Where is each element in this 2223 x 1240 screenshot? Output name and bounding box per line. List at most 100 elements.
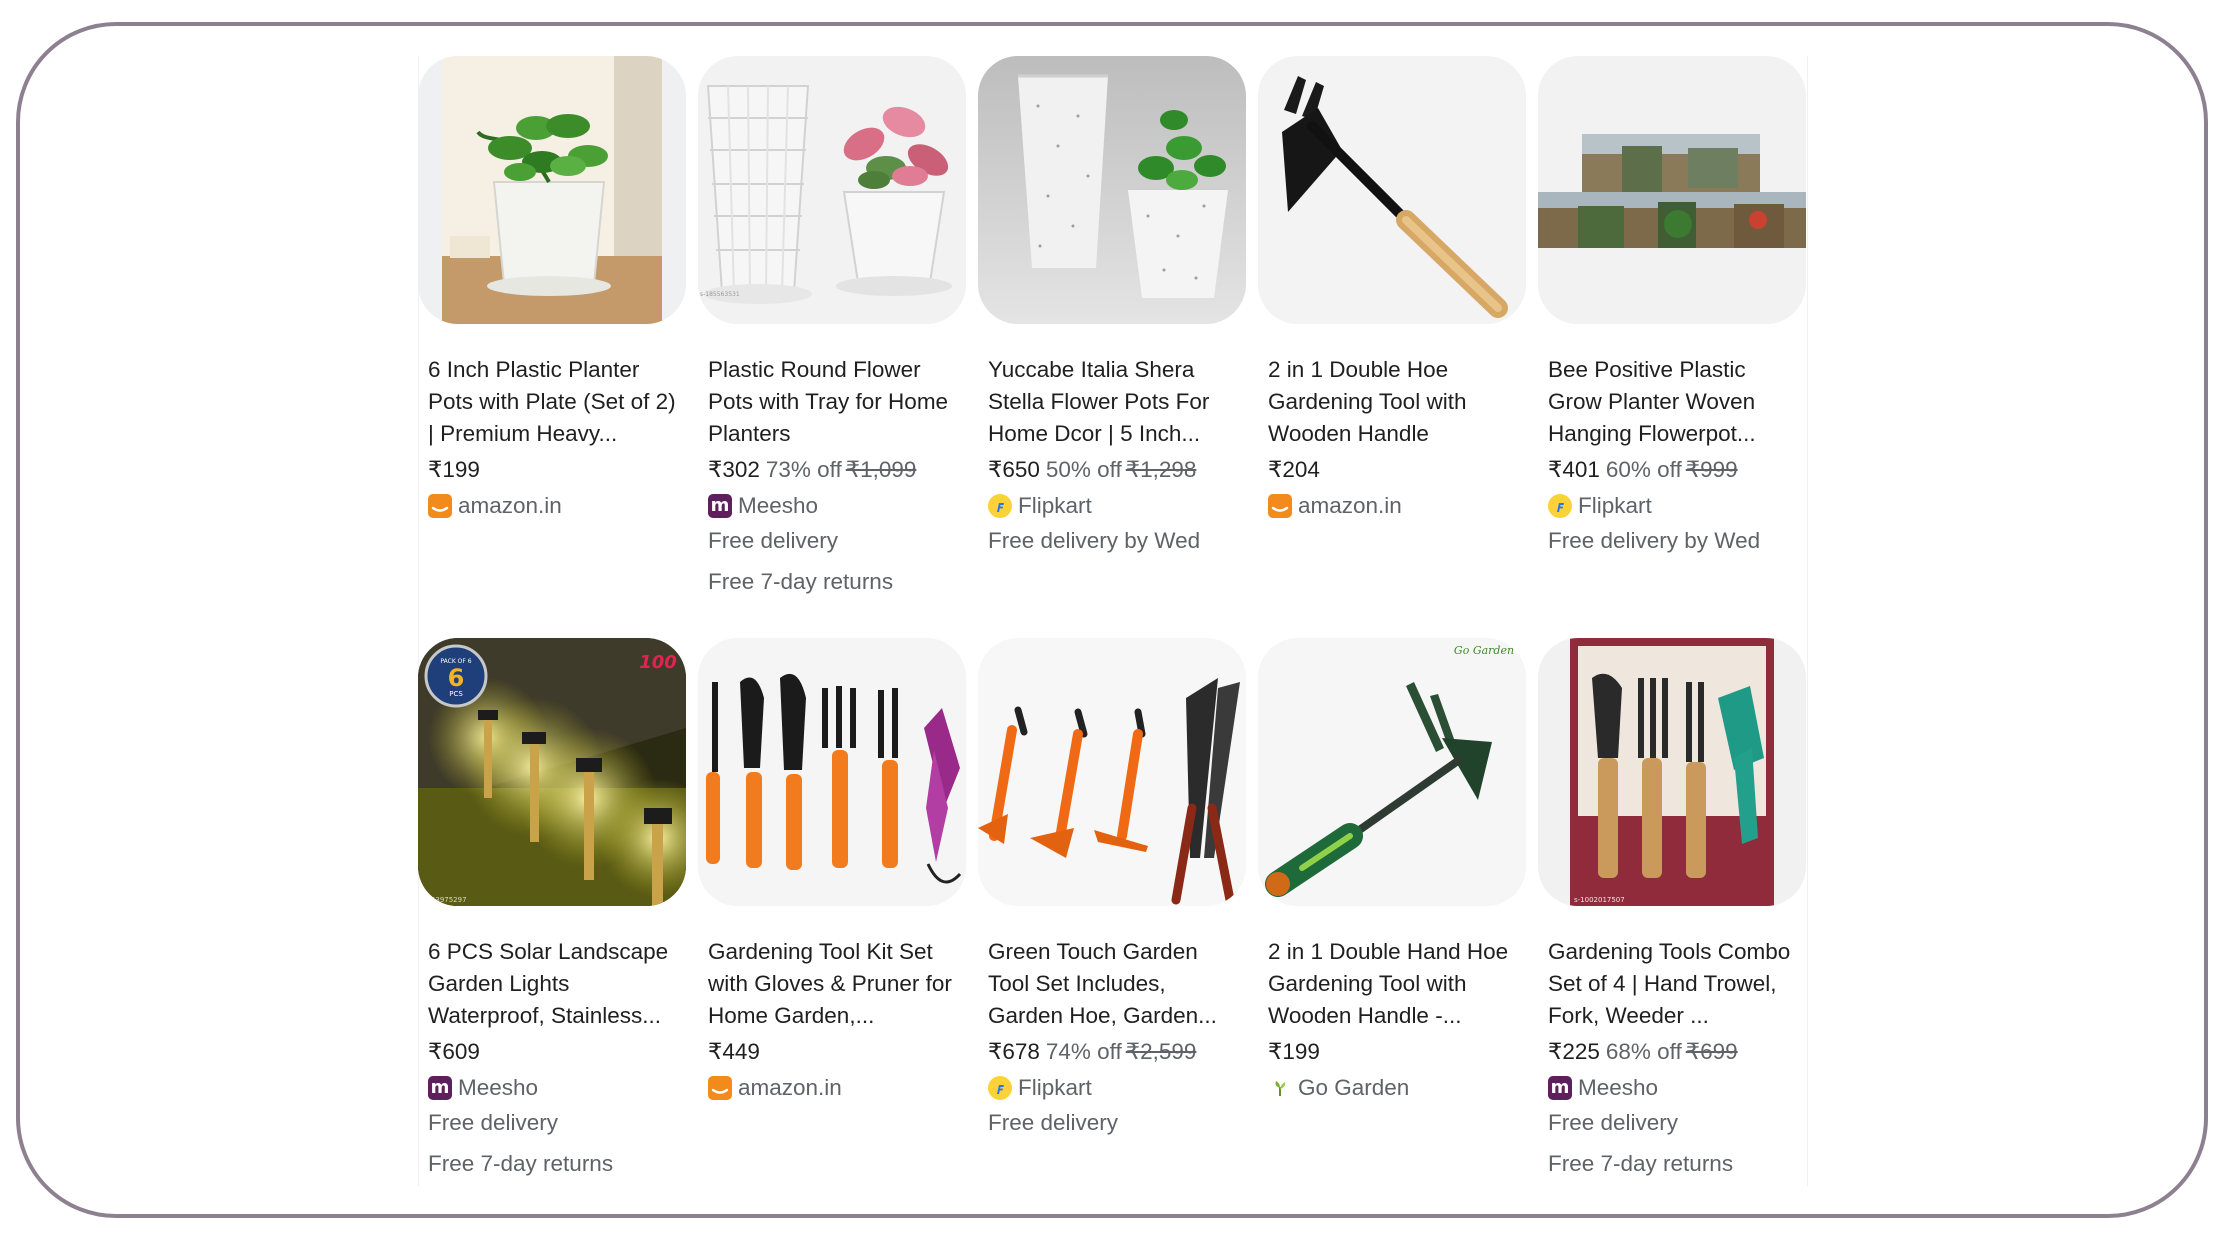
product-card[interactable]: Green Touch Garden Tool Set Includes, Ga…	[978, 638, 1246, 1180]
plastic-planter-pot-image	[418, 56, 686, 324]
returns-info: Free 7-day returns	[428, 1151, 614, 1176]
discount-label: 50% off	[1045, 457, 1122, 482]
product-title[interactable]: 2 in 1 Double Hoe Gardening Tool with Wo…	[1268, 354, 1518, 450]
merchant: m Meesho	[1548, 1072, 1798, 1104]
product-image[interactable]	[978, 638, 1246, 906]
returns-info: Free 7-day returns	[1548, 1151, 1734, 1176]
product-card[interactable]: Yuccabe Italia Shera Stella Flower Pots …	[978, 56, 1246, 598]
product-image[interactable]	[698, 638, 966, 906]
price-line: ₹204	[1268, 454, 1518, 486]
product-card[interactable]: s-185563531 Plastic Round Flower Pots wi…	[698, 56, 966, 598]
discount-label: 74% off	[1045, 1039, 1122, 1064]
product-price: ₹401	[1548, 457, 1600, 482]
product-image[interactable]: s-185563531	[698, 56, 966, 324]
image-badge-bottom-text: PCS	[449, 690, 463, 698]
product-price: ₹650	[988, 457, 1040, 482]
go-garden-icon	[1268, 1076, 1292, 1100]
discount-label: 60% off	[1605, 457, 1682, 482]
product-price: ₹449	[708, 1039, 760, 1064]
product-card[interactable]: 6 Inch Plastic Planter Pots with Plate (…	[418, 56, 686, 598]
delivery-info: Free delivery by Wed	[988, 528, 1201, 553]
image-watermark-text: Go Garden	[1454, 644, 1514, 657]
delivery-info: Free delivery	[1548, 1110, 1679, 1135]
merchant: m Meesho	[708, 490, 958, 522]
product-image[interactable]	[978, 56, 1246, 324]
merchant-name: Flipkart	[1018, 1075, 1092, 1100]
price-line: ₹199	[1268, 1036, 1518, 1068]
product-title[interactable]: Gardening Tools Combo Set of 4 | Hand Tr…	[1548, 936, 1798, 1032]
original-price: ₹999	[1685, 457, 1738, 482]
product-image[interactable]	[1538, 56, 1806, 324]
speckled-flower-pots-image	[978, 56, 1246, 324]
price-line: ₹401 60% off ₹999	[1548, 454, 1798, 486]
round-flower-pots-image: s-185563531	[698, 56, 966, 324]
product-title[interactable]: 6 Inch Plastic Planter Pots with Plate (…	[428, 354, 678, 450]
product-price: ₹609	[428, 1039, 480, 1064]
product-card[interactable]: 2 in 1 Double Hoe Gardening Tool with Wo…	[1258, 56, 1526, 598]
product-card[interactable]: Go Garden 2 in 1 Double Hand Hoe Gardeni…	[1258, 638, 1526, 1180]
discount-label: 73% off	[765, 457, 842, 482]
merchant: amazon.in	[708, 1072, 958, 1104]
merchant-name: Flipkart	[1018, 493, 1092, 518]
product-title[interactable]: 6 PCS Solar Landscape Garden Lights Wate…	[428, 936, 678, 1032]
product-card[interactable]: s-1002017507 Gardening Tools Combo Set o…	[1538, 638, 1806, 1180]
meesho-icon: m	[708, 494, 732, 518]
product-row: 6 Inch Plastic Planter Pots with Plate (…	[418, 56, 1806, 598]
meesho-icon: m	[428, 1076, 452, 1100]
product-title[interactable]: 2 in 1 Double Hand Hoe Gardening Tool wi…	[1268, 936, 1518, 1032]
product-price: ₹199	[1268, 1039, 1320, 1064]
product-image[interactable]: s-1002017507	[1538, 638, 1806, 906]
amazon-icon	[428, 494, 452, 518]
product-image[interactable]: PACK OF 6 6 PCS 100 1043975297	[418, 638, 686, 906]
merchant-name: amazon.in	[738, 1075, 842, 1100]
product-grid: 6 Inch Plastic Planter Pots with Plate (…	[418, 56, 1808, 1186]
product-row: PACK OF 6 6 PCS 100 1043975297 6 PCS Sol…	[418, 638, 1806, 1180]
product-card[interactable]: PACK OF 6 6 PCS 100 1043975297 6 PCS Sol…	[418, 638, 686, 1180]
product-image[interactable]: Go Garden	[1258, 638, 1526, 906]
merchant: Flipkart	[988, 1072, 1238, 1104]
price-line: ₹302 73% off ₹1,099	[708, 454, 958, 486]
merchant-name: amazon.in	[458, 493, 562, 518]
product-image[interactable]	[1258, 56, 1526, 324]
merchant: amazon.in	[1268, 490, 1518, 522]
merchant-name: amazon.in	[1298, 493, 1402, 518]
product-card[interactable]: Gardening Tool Kit Set with Gloves & Pru…	[698, 638, 966, 1180]
product-price: ₹225	[1548, 1039, 1600, 1064]
delivery-info: Free delivery	[708, 528, 839, 553]
merchant-name: Go Garden	[1298, 1075, 1410, 1100]
price-line: ₹678 74% off ₹2,599	[988, 1036, 1238, 1068]
amazon-icon	[1268, 494, 1292, 518]
product-price: ₹204	[1268, 457, 1320, 482]
gardening-tools-combo-image: s-1002017507	[1538, 638, 1806, 906]
solar-garden-lights-image: PACK OF 6 6 PCS 100 1043975297	[418, 638, 686, 906]
merchant: m Meesho	[428, 1072, 678, 1104]
returns-info: Free 7-day returns	[708, 569, 894, 594]
image-badge-text: 6	[448, 664, 465, 692]
product-title[interactable]: Yuccabe Italia Shera Stella Flower Pots …	[988, 354, 1238, 450]
product-image[interactable]	[418, 56, 686, 324]
amazon-icon	[708, 1076, 732, 1100]
product-title[interactable]: Plastic Round Flower Pots with Tray for …	[708, 354, 958, 450]
original-price: ₹699	[1685, 1039, 1738, 1064]
merchant-name: Meesho	[738, 493, 819, 518]
merchant: Flipkart	[988, 490, 1238, 522]
flipkart-icon	[1548, 494, 1572, 518]
flipkart-icon	[988, 494, 1012, 518]
image-code-text: s-1002017507	[1574, 896, 1625, 904]
merchant: amazon.in	[428, 490, 678, 522]
product-title[interactable]: Gardening Tool Kit Set with Gloves & Pru…	[708, 936, 958, 1032]
product-title[interactable]: Bee Positive Plastic Grow Planter Woven …	[1548, 354, 1798, 450]
price-line: ₹650 50% off ₹1,298	[988, 454, 1238, 486]
green-touch-tool-set-image	[978, 638, 1246, 906]
price-line: ₹609	[428, 1036, 678, 1068]
price-line: ₹225 68% off ₹699	[1548, 1036, 1798, 1068]
merchant: Flipkart	[1548, 490, 1798, 522]
product-title[interactable]: Green Touch Garden Tool Set Includes, Ga…	[988, 936, 1238, 1032]
original-price: ₹2,599	[1125, 1039, 1197, 1064]
original-price: ₹1,099	[845, 457, 917, 482]
flipkart-icon	[988, 1076, 1012, 1100]
product-card[interactable]: Bee Positive Plastic Grow Planter Woven …	[1538, 56, 1806, 598]
price-line: ₹449	[708, 1036, 958, 1068]
product-price: ₹678	[988, 1039, 1040, 1064]
delivery-info: Free delivery by Wed	[1548, 528, 1761, 553]
